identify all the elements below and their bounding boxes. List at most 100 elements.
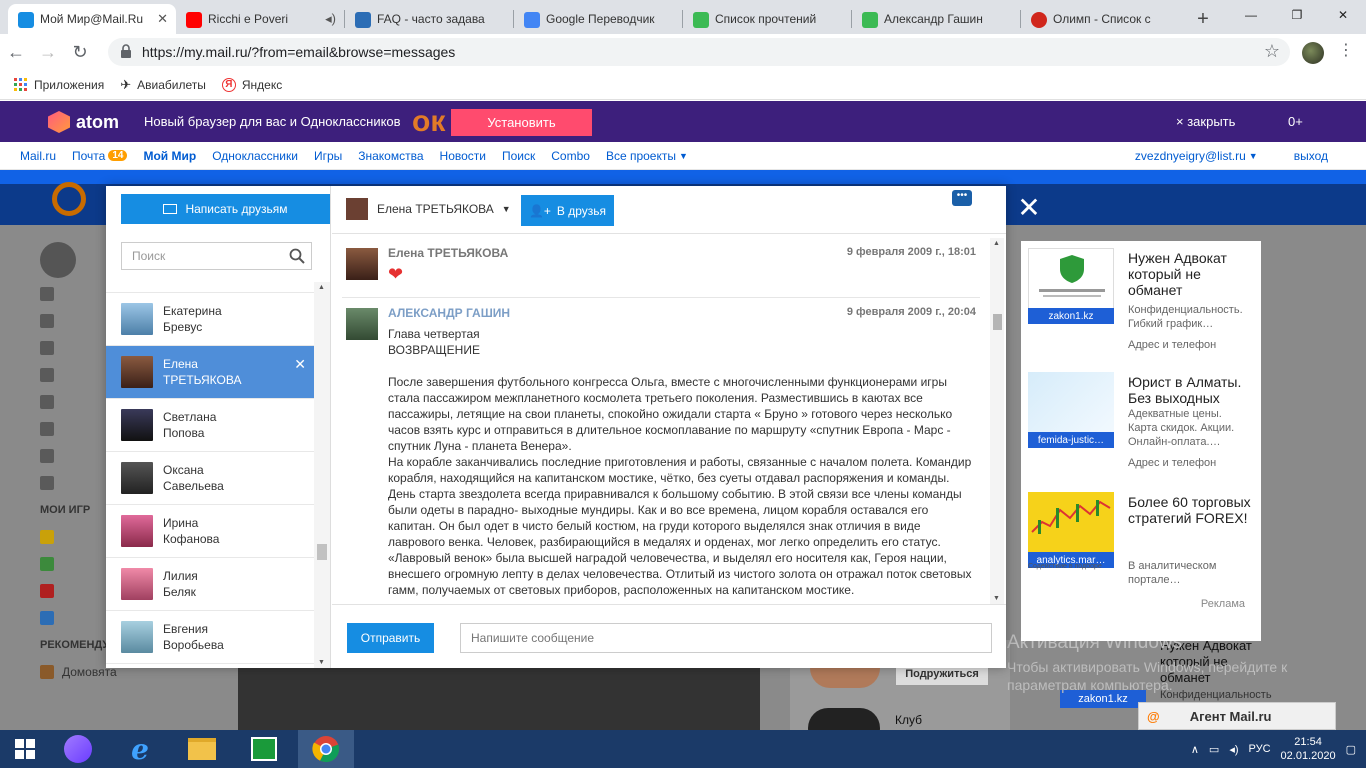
add-friend-button[interactable]: 👤+ В друзья <box>521 195 614 226</box>
ad-title: Юрист в Алматы. Без выходных <box>1128 374 1242 406</box>
portal-mailru[interactable]: Mail.ru <box>20 149 56 163</box>
portal-ok[interactable]: Одноклассники <box>212 149 298 163</box>
contact-item-belyak[interactable]: Лилия Беляк <box>106 558 314 611</box>
store-icon <box>251 737 277 761</box>
portal-games[interactable]: Игры <box>314 149 342 163</box>
portal-combo[interactable]: Combo <box>551 149 590 163</box>
mailru-icon <box>18 12 34 28</box>
message-input[interactable] <box>460 623 992 653</box>
messenger-modal: Написать друзьям Поиск Екатерина Бревус … <box>106 186 1006 668</box>
modal-close-icon[interactable]: ✕ <box>1016 194 1042 222</box>
contacts-scrollbar[interactable]: ▲ ▼ <box>314 282 330 668</box>
peer-name-dropdown[interactable]: Елена ТРЕТЬЯКОВА ▼ <box>377 202 511 216</box>
contact-item-savelyeva[interactable]: Оксана Савельева <box>106 452 314 505</box>
bg-recommended-title: РЕКОМЕНДУЕМ <box>40 638 126 651</box>
speaker-icon[interactable]: ◂) <box>325 11 336 27</box>
restore-icon[interactable]: ❐ <box>1274 0 1320 30</box>
contact-item-partial[interactable] <box>106 282 314 293</box>
browser-tab-youtube[interactable]: Ricchi e Poveri ◂) <box>176 4 344 34</box>
close-icon[interactable]: ✕ <box>294 356 306 373</box>
atom-logo[interactable]: atom <box>48 111 119 133</box>
contact-item-kofanova[interactable]: Ирина Кофанова <box>106 505 314 558</box>
taskbar-chrome[interactable] <box>298 730 354 768</box>
ad-caption: zakon1.kz <box>1028 308 1114 324</box>
logout-link[interactable]: выход <box>1294 149 1328 163</box>
tray-chevron-icon[interactable]: ∧ <box>1191 743 1199 756</box>
close-icon[interactable]: ✕ <box>157 11 168 27</box>
browser-tab-mymail[interactable]: Мой Мир@Mail.Ru ✕ <box>8 4 176 34</box>
portal-mail[interactable]: Почта 14 <box>72 149 128 163</box>
chat-icon[interactable]: ••• <box>952 190 972 206</box>
notifications-icon[interactable]: ▢ <box>1346 743 1356 756</box>
portal-my-world[interactable]: Мой Мир <box>143 149 196 163</box>
message-date: 9 февраля 2009 г., 20:04 <box>846 306 976 318</box>
contact-item-popova[interactable]: Светлана Попова <box>106 399 314 452</box>
contact-item-vorobyeva[interactable]: Евгения Воробьева <box>106 611 314 664</box>
avatar <box>121 303 153 335</box>
volume-icon[interactable]: ◂) <box>1229 743 1238 756</box>
install-button[interactable]: Установить <box>451 109 592 136</box>
ad-address-link[interactable]: Адрес и телефон <box>1128 457 1216 469</box>
chrome-icon <box>312 736 340 763</box>
write-friends-button[interactable]: Написать друзьям <box>121 194 330 224</box>
browser-tab-faq[interactable]: FAQ - часто задава <box>345 4 513 34</box>
menu-dots-icon[interactable]: ⋮ <box>1338 40 1354 60</box>
url-input[interactable]: https://my.mail.ru/?from=email&browse=me… <box>108 38 1290 66</box>
conversation-header: Елена ТРЕТЬЯКОВА ▼ 👤+ В друзья ••• <box>332 186 1006 234</box>
contact-item-tretyakova[interactable]: Елена ТРЕТЬЯКОВА ✕ <box>106 346 314 399</box>
minimize-icon[interactable]: — <box>1228 0 1274 30</box>
portal-dating[interactable]: Знакомства <box>358 149 423 163</box>
browser-tab-translate[interactable]: Google Переводчик <box>514 4 682 34</box>
taskbar-alice[interactable] <box>50 730 106 768</box>
heart-icon: ❤ <box>388 264 404 284</box>
browser-tab-olymp[interactable]: Олимп - Список с <box>1021 4 1189 34</box>
close-window-icon[interactable]: ✕ <box>1320 0 1366 30</box>
user-email-menu[interactable]: zvezdnyeigry@list.ru ▼ <box>1135 149 1258 163</box>
message-thread: Елена ТРЕТЬЯКОВА 9 февраля 2009 г., 18:0… <box>332 238 992 604</box>
language-indicator[interactable]: РУС <box>1249 743 1271 755</box>
atom-banner: atom Новый браузер для вас и Одноклассни… <box>0 101 1366 142</box>
banner-close-button[interactable]: × закрыть <box>1176 114 1235 129</box>
lock-icon <box>121 44 131 58</box>
list-icon <box>693 12 709 28</box>
taskbar-explorer[interactable] <box>174 730 230 768</box>
bookmark-apps[interactable]: Приложения <box>14 77 104 92</box>
chevron-down-icon: ▼ <box>501 204 511 214</box>
bookmark-yandex[interactable]: Я Яндекс <box>221 77 282 92</box>
contact-search-input[interactable]: Поиск <box>121 242 312 270</box>
mymir-logo-icon <box>52 182 86 216</box>
back-icon[interactable]: ← <box>0 36 32 68</box>
avatar <box>346 248 378 280</box>
avatar <box>121 356 153 388</box>
new-tab-button[interactable]: + <box>1189 4 1217 34</box>
send-button[interactable]: Отправить <box>347 623 434 653</box>
search-icon[interactable] <box>289 248 305 264</box>
taskbar-ie[interactable]: e <box>112 730 168 768</box>
ad-subcaption: Содействие в подборе <box>1028 563 1102 570</box>
portal-news[interactable]: Новости <box>440 149 486 163</box>
agent-mail-bar[interactable]: @ Агент Mail.ru <box>1138 702 1336 730</box>
start-button[interactable] <box>0 730 50 768</box>
ad-item[interactable]: femida-justic… Юрист в Алматы. Без выход… <box>1021 365 1261 485</box>
address-bar: ← → ↻ https://my.mail.ru/?from=email&bro… <box>0 34 1366 70</box>
browser-tab-gashin[interactable]: Александр Гашин <box>852 4 1020 34</box>
taskbar-store[interactable] <box>236 730 292 768</box>
message-body: Глава четвертая ВОЗВРАЩЕНИЕ После заверш… <box>388 327 972 597</box>
ad-item[interactable]: analytics.mar… Содействие в подборе Боле… <box>1021 485 1261 595</box>
ad-item[interactable]: zakon1.kz Нужен Адвокат который не обман… <box>1021 241 1261 361</box>
network-icon[interactable]: ▭ <box>1209 743 1219 756</box>
browser-tab-reading-list[interactable]: Список прочтений <box>683 4 851 34</box>
forward-icon[interactable]: → <box>32 36 64 68</box>
ad-address-link[interactable]: Адрес и телефон <box>1128 339 1216 351</box>
thread-scrollbar[interactable]: ▲ ▼ <box>990 238 1004 604</box>
bookmark-avia[interactable]: ✈ Авиабилеты <box>120 77 206 93</box>
portal-search[interactable]: Поиск <box>502 149 535 163</box>
profile-avatar[interactable] <box>1302 42 1324 64</box>
reload-icon[interactable]: ↻ <box>64 36 96 68</box>
portal-all-projects[interactable]: Все проекты ▼ <box>606 149 688 163</box>
contact-item-breus[interactable]: Екатерина Бревус <box>106 293 314 346</box>
windows-activation-text: Чтобы активировать Windows, перейдите к … <box>1007 659 1288 693</box>
clock[interactable]: 21:54 02.01.2020 <box>1281 735 1336 763</box>
bookmark-star-icon[interactable]: ☆ <box>1264 41 1280 62</box>
ad-desc: Адекватные цены. Карта скидок. Акции. Он… <box>1128 408 1235 448</box>
